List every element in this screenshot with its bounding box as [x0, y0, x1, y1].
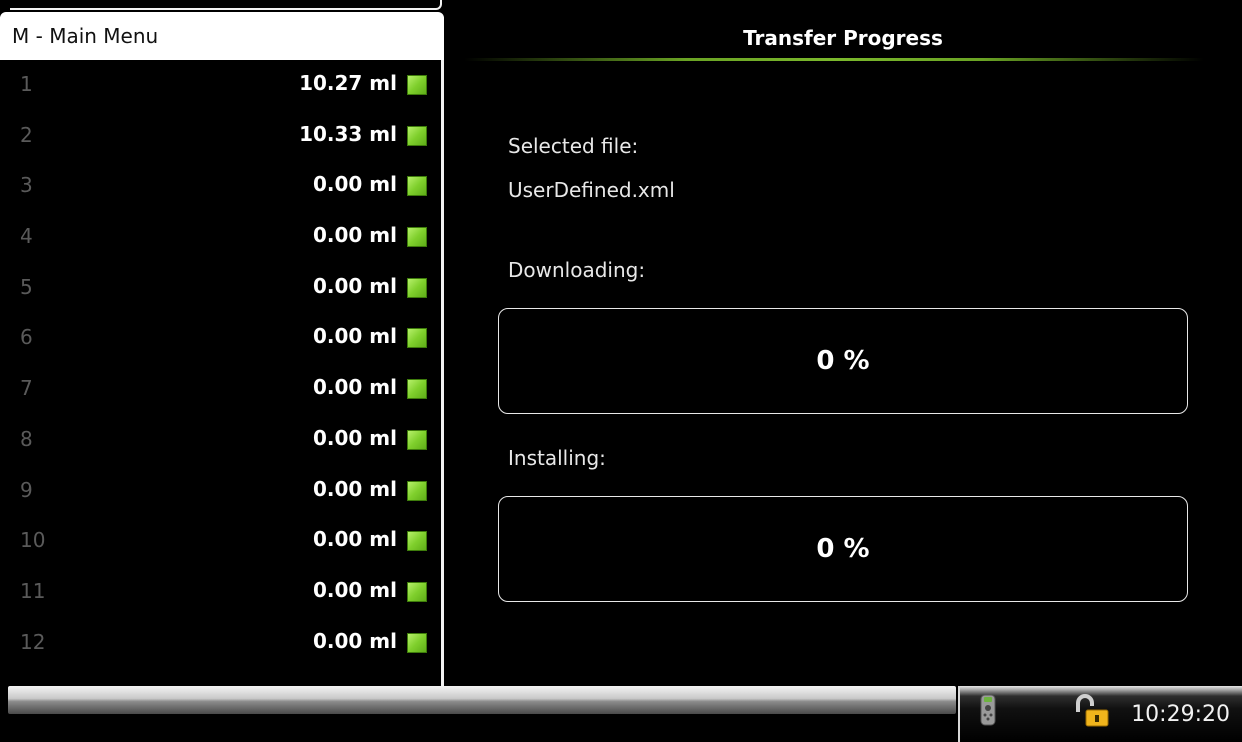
selected-file-name: UserDefined.xml: [508, 178, 675, 202]
channel-volume: 0.00 ml: [312, 527, 397, 552]
status-ok-icon: [407, 379, 427, 400]
channel-volume: 0.00 ml: [312, 273, 397, 298]
menu-tab-edge: [10, 0, 442, 10]
channel-row-11[interactable]: 11 0.00 ml: [0, 567, 441, 618]
channel-number: 2: [20, 122, 33, 147]
channel-row-3[interactable]: 3 0.00 ml: [0, 161, 441, 212]
channel-row-6[interactable]: 6 0.00 ml: [0, 313, 441, 364]
channel-number: 7: [20, 376, 33, 401]
channel-number: 6: [20, 325, 33, 350]
channel-volume: 0.00 ml: [312, 425, 397, 450]
remote-control-icon[interactable]: [978, 694, 998, 726]
status-ok-icon: [407, 581, 427, 602]
channel-volume: 0.00 ml: [312, 577, 397, 602]
page-title: Transfer Progress: [743, 26, 943, 50]
status-ok-icon: [407, 531, 427, 552]
downloading-progress-bar: 0 %: [498, 308, 1188, 414]
channel-row-5[interactable]: 5 0.00 ml: [0, 263, 441, 314]
downloading-progress-text: 0 %: [816, 346, 870, 376]
status-bar: 10:29:20: [0, 686, 1242, 742]
transfer-panel: Transfer Progress Selected file: UserDef…: [444, 0, 1242, 686]
channel-volume: 0.00 ml: [312, 223, 397, 248]
main-menu-button[interactable]: M - Main Menu: [0, 12, 444, 60]
status-ok-icon: [407, 429, 427, 450]
downloading-label: Downloading:: [508, 258, 646, 282]
status-ok-icon: [407, 227, 427, 248]
status-ok-icon: [407, 632, 427, 653]
channel-row-10[interactable]: 10 0.00 ml: [0, 516, 441, 567]
channel-row-2[interactable]: 2 10.33 ml: [0, 111, 441, 162]
channel-volume: 0.00 ml: [312, 324, 397, 349]
status-bar-strip: [8, 686, 956, 714]
channel-number: 4: [20, 224, 33, 249]
selected-file-label: Selected file:: [508, 134, 639, 158]
status-ok-icon: [407, 125, 427, 146]
channel-list: 1 10.27 ml 2 10.33 ml 3 0.00 ml 4 0.00 m…: [0, 60, 444, 686]
channel-number: 8: [20, 426, 33, 451]
system-tray: 10:29:20: [958, 686, 1242, 742]
installing-progress-text: 0 %: [816, 534, 870, 564]
status-ok-icon: [407, 480, 427, 501]
channel-volume: 0.00 ml: [312, 476, 397, 501]
installing-label: Installing:: [508, 446, 606, 470]
unlocked-padlock-icon[interactable]: [1072, 694, 1112, 728]
channel-volume: 0.00 ml: [312, 628, 397, 653]
channel-number: 12: [20, 629, 46, 654]
channel-volume: 10.33 ml: [299, 121, 397, 146]
channel-row-12[interactable]: 12 0.00 ml: [0, 618, 441, 669]
status-ok-icon: [407, 75, 427, 95]
installing-progress-bar: 0 %: [498, 496, 1188, 602]
channel-volume: 0.00 ml: [312, 375, 397, 400]
channel-volume: 0.00 ml: [312, 172, 397, 197]
clock: 10:29:20: [1131, 702, 1230, 727]
channel-number: 1: [20, 72, 33, 96]
channel-number: 10: [20, 528, 46, 553]
main-menu-panel: M - Main Menu 1 10.27 ml 2 10.33 ml 3 0.…: [0, 0, 444, 686]
channel-number: 11: [20, 578, 46, 603]
channel-number: 9: [20, 477, 33, 502]
status-ok-icon: [407, 277, 427, 298]
channel-volume: 10.27 ml: [299, 71, 397, 95]
status-ok-icon: [407, 328, 427, 349]
channel-row-1[interactable]: 1 10.27 ml: [0, 60, 441, 111]
channel-number: 3: [20, 173, 33, 198]
channel-row-4[interactable]: 4 0.00 ml: [0, 212, 441, 263]
channel-row-7[interactable]: 7 0.00 ml: [0, 364, 441, 415]
channel-row-9[interactable]: 9 0.00 ml: [0, 466, 441, 517]
channel-row-8[interactable]: 8 0.00 ml: [0, 415, 441, 466]
channel-number: 5: [20, 274, 33, 299]
title-divider: [464, 58, 1204, 61]
status-ok-icon: [407, 176, 427, 197]
